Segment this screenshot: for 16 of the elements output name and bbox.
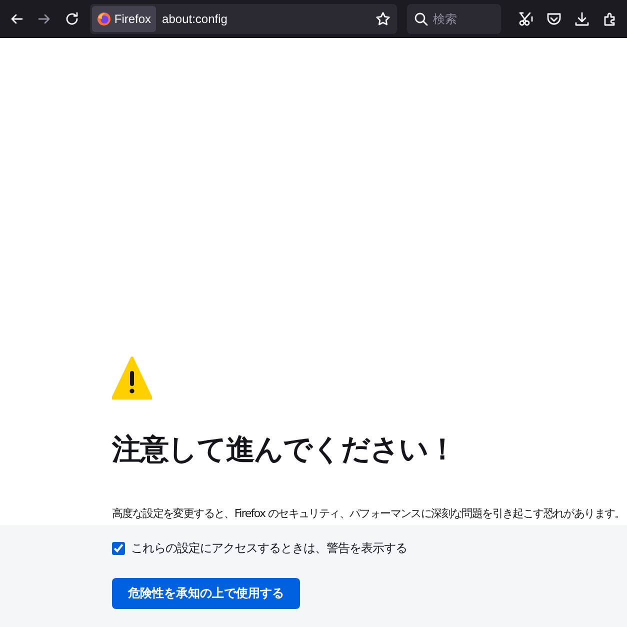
accept-risk-button[interactable]: 危険性を承知の上で使用する bbox=[112, 578, 300, 609]
search-field[interactable]: 検索 bbox=[406, 4, 501, 34]
url-text: about:config bbox=[162, 12, 228, 26]
warning-message: 高度な設定を変更すると、Firefox のセキュリティ、パフォーマンスに深刻な問題を引き起こす恐れがあります。 bbox=[112, 506, 626, 521]
star-icon[interactable] bbox=[374, 10, 391, 26]
warning-checkbox[interactable] bbox=[112, 542, 125, 555]
pocket-icon bbox=[546, 10, 562, 26]
download-icon bbox=[574, 10, 590, 26]
warning-icon bbox=[112, 356, 152, 400]
identity-chip[interactable]: Firefox bbox=[92, 6, 156, 32]
address-bar[interactable]: Firefox about:config bbox=[90, 4, 397, 34]
search-icon bbox=[412, 10, 429, 26]
warning-title: 注意して進んでください！ bbox=[112, 431, 457, 468]
scissors-icon bbox=[518, 10, 534, 26]
checkbox-label: これらの設定にアクセスするときは、警告を表示する bbox=[131, 540, 407, 557]
reload-icon bbox=[64, 10, 80, 26]
